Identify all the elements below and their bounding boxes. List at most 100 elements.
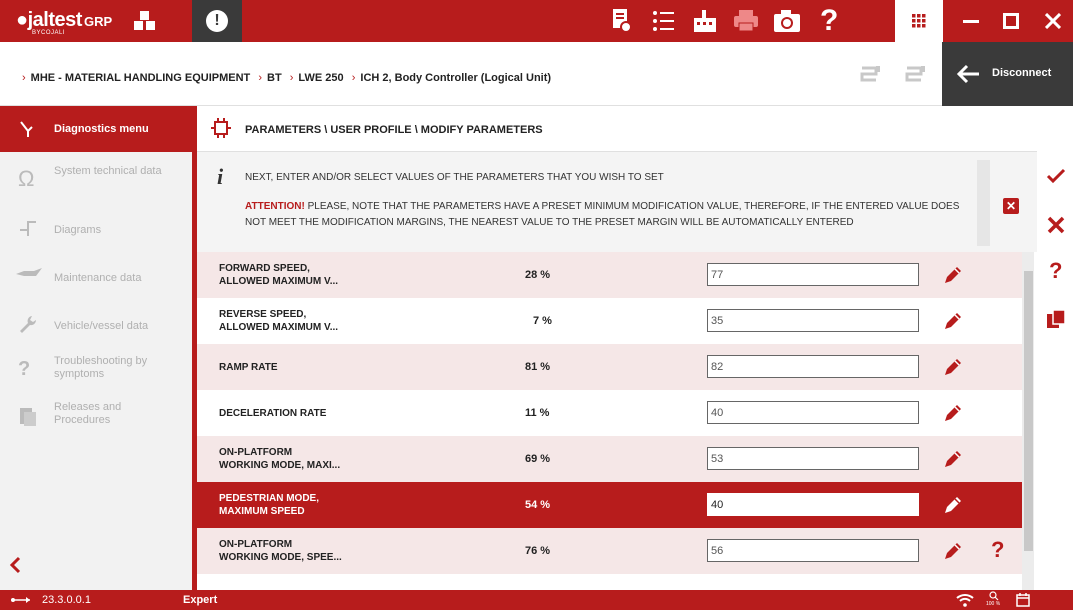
- parameter-help-icon[interactable]: ?: [991, 537, 1004, 563]
- sidebar-item-label: Maintenance data: [54, 272, 142, 284]
- jaltest-logo: ●jaltest BYCOJALI: [16, 9, 82, 36]
- list-icon[interactable]: [652, 8, 676, 34]
- usb-icon: [11, 597, 30, 603]
- parameter-value-input[interactable]: [707, 447, 919, 470]
- maximize-button[interactable]: [991, 0, 1031, 42]
- table-row[interactable]: FORWARD SPEED, ALLOWED MAXIMUM V... 28 %: [197, 252, 1022, 298]
- sidebar-item-diagrams[interactable]: Diagrams: [0, 204, 192, 252]
- oil-can-icon: [16, 268, 42, 276]
- sidebar-item-label: Troubleshooting by symptoms: [54, 355, 148, 380]
- attention-label: ATTENTION!: [245, 201, 305, 212]
- parameter-percent: 7 %: [533, 315, 552, 327]
- wrench-icon: [20, 316, 37, 333]
- omega-icon: Ω: [18, 166, 35, 191]
- parameter-name: DECELERATION RATE: [219, 408, 327, 419]
- sidebar-item-vehicle-vessel-data[interactable]: Vehicle/vessel data: [0, 300, 192, 348]
- table-row[interactable]: REVERSE SPEED, ALLOWED MAXIMUM V... 7 %: [197, 298, 1022, 344]
- close-window-button[interactable]: [1033, 0, 1073, 42]
- help-icon[interactable]: ?: [820, 4, 838, 38]
- breadcrumb-item[interactable]: LWE 250: [298, 72, 343, 84]
- sidebar-item-label: Diagrams: [54, 224, 102, 236]
- disconnect-label: Disconnect: [992, 67, 1052, 79]
- table-row-selected[interactable]: PEDESTRIAN MODE, MAXIMUM SPEED 54 %: [197, 482, 1022, 528]
- disconnect-button[interactable]: Disconnect: [942, 42, 1073, 106]
- camera-icon[interactable]: [772, 8, 802, 34]
- diagnostics-icon: [20, 121, 33, 137]
- alert-icon[interactable]: !: [206, 10, 228, 32]
- report-icon[interactable]: [1045, 308, 1067, 330]
- accept-icon[interactable]: [1046, 168, 1066, 184]
- parameter-name: FORWARD SPEED, ALLOWED MAXIMUM V...: [219, 263, 339, 287]
- calendar-icon[interactable]: [1016, 592, 1030, 607]
- status-bar: 23.3.0.0.1 Expert 100 %: [0, 590, 1073, 610]
- documents-icon: [20, 408, 36, 426]
- sidebar: Diagnostics menu Ω System technical data…: [0, 106, 192, 590]
- edit-icon[interactable]: [942, 356, 964, 378]
- parameter-name: RAMP RATE: [219, 362, 278, 373]
- parameter-value-input[interactable]: [707, 493, 919, 516]
- help-icon[interactable]: ?: [1049, 258, 1062, 284]
- chevron-left-icon: [9, 556, 21, 574]
- parameter-value-input[interactable]: [707, 401, 919, 424]
- back-button[interactable]: [8, 554, 22, 580]
- sidebar-item-diagnostics-menu[interactable]: Diagnostics menu: [0, 106, 192, 152]
- product-label: GRP: [84, 14, 113, 29]
- sidebar-item-system-technical-data[interactable]: Ω System technical data: [0, 156, 192, 204]
- cubes-icon: [134, 11, 155, 30]
- table-row[interactable]: ON-PLATFORMWORKING MODE, SPEE... 76 % ?: [197, 528, 1022, 574]
- list-scrollbar-thumb[interactable]: [1024, 271, 1033, 551]
- edit-icon[interactable]: [942, 402, 964, 424]
- page-header: PARAMETERS \ USER PROFILE \ MODIFY PARAM…: [197, 106, 1037, 152]
- action-bar: ?: [1037, 148, 1073, 590]
- parameter-name: ON-PLATFORM WORKING MODE, MAXI...: [219, 447, 341, 471]
- parameter-percent: 11 %: [525, 407, 550, 419]
- keyboard-icon[interactable]: [692, 8, 718, 34]
- parameter-value-input[interactable]: [707, 355, 919, 378]
- sidebar-item-releases-procedures[interactable]: Releases and Procedures: [0, 396, 192, 444]
- sidebar-item-label: System technical data: [54, 165, 162, 177]
- sidebar-item-maintenance-data[interactable]: Maintenance data: [0, 252, 192, 300]
- breadcrumb-item[interactable]: ICH 2, Body Controller (Logical Unit): [360, 72, 551, 84]
- maximize-icon: [1003, 13, 1019, 29]
- parameter-percent: 76 %: [525, 545, 551, 557]
- logo-subtext: BYCOJALI: [32, 30, 66, 36]
- edit-icon[interactable]: [942, 448, 964, 470]
- edit-icon[interactable]: [942, 264, 964, 286]
- cancel-icon[interactable]: [1047, 216, 1065, 234]
- parameter-percent: 28 %: [525, 269, 551, 281]
- minimize-button[interactable]: [951, 0, 991, 42]
- sidebar-item-label: Vehicle/vessel data: [54, 320, 149, 332]
- parameter-value-input[interactable]: [707, 309, 919, 332]
- close-message-button[interactable]: ✕: [1003, 198, 1019, 214]
- wifi-icon[interactable]: [956, 593, 974, 607]
- table-row[interactable]: DECELERATION RATE 11 %: [197, 390, 1022, 436]
- info-message: i NEXT, ENTER AND/OR SELECT VALUES OF TH…: [197, 152, 1037, 252]
- parameter-percent: 69 %: [525, 453, 551, 465]
- parameter-percent: 81 %: [525, 361, 551, 373]
- attention-text: ATTENTION! PLEASE, NOTE THAT THE PARAMET…: [245, 199, 975, 231]
- breadcrumb-item[interactable]: MHE - MATERIAL HANDLING EQUIPMENT: [31, 72, 251, 84]
- test-connector-icon[interactable]: [858, 66, 884, 88]
- sidebar-item-label: Releases and Procedures: [54, 401, 122, 426]
- parameter-value-input[interactable]: [707, 539, 919, 562]
- troubleshooting-icon: ?: [18, 358, 31, 380]
- arrow-left-icon: [956, 64, 979, 84]
- edit-icon[interactable]: [942, 540, 964, 562]
- printer-icon[interactable]: [732, 8, 760, 34]
- sidebar-item-troubleshooting[interactable]: ? Troubleshooting by symptoms: [0, 348, 192, 396]
- page-title: PARAMETERS \ USER PROFILE \ MODIFY PARAM…: [245, 124, 543, 136]
- table-row[interactable]: RAMP RATE 81 %: [197, 344, 1022, 390]
- parameter-name: ON-PLATFORM WORKING MODE, SPEE...: [219, 539, 342, 563]
- connector-icon[interactable]: [903, 66, 929, 88]
- table-row[interactable]: ON-PLATFORM WORKING MODE, MAXI... 69 %: [197, 436, 1022, 482]
- apps-button[interactable]: [895, 0, 943, 42]
- info-icon: i: [217, 164, 224, 189]
- report-icon[interactable]: [611, 8, 633, 34]
- breadcrumb: › MHE - MATERIAL HANDLING EQUIPMENT › BT ›…: [22, 72, 552, 84]
- edit-icon[interactable]: [942, 494, 964, 516]
- breadcrumb-item[interactable]: BT: [267, 72, 282, 84]
- diagram-icon: [20, 221, 36, 236]
- parameter-value-input[interactable]: [707, 263, 919, 286]
- info-scrollbar[interactable]: [977, 160, 990, 246]
- edit-icon[interactable]: [942, 310, 964, 332]
